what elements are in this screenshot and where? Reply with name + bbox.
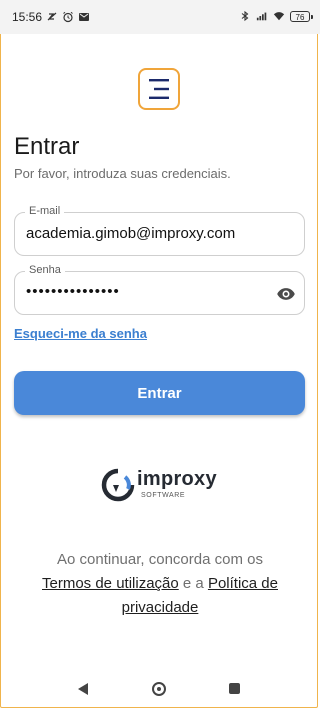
privacy-policy-link[interactable]: Política de [208,575,278,592]
forgot-password-link[interactable]: Esqueci-me da senha [14,326,147,341]
app-logo [138,68,180,110]
alarm-icon [63,11,73,23]
status-left: 15:56 [12,10,90,24]
brand-logo: improxy SOFTWARE [101,466,221,504]
back-icon[interactable] [78,683,88,695]
wifi-icon [273,12,285,21]
signal-icon [256,12,267,21]
email-input[interactable]: academia.gimob@improxy.com [26,225,276,242]
brand-name: improxy [137,468,217,490]
login-button[interactable]: Entrar [14,371,305,415]
menu-mark-icon [149,79,169,99]
system-nav-bar [0,668,320,708]
terms-notice: Ao continuar, concorda com os Termos de … [18,548,302,620]
status-time: 15:56 [12,10,43,24]
brand-tagline: SOFTWARE [141,492,186,499]
privacy-policy-link-continued[interactable]: privacidade [122,599,199,616]
improxy-logo-icon [101,468,135,502]
battery-icon: 76 [290,10,313,22]
page-title: Entrar [14,133,80,160]
eye-icon[interactable] [276,284,296,304]
email-field[interactable]: E-mail academia.gimob@improxy.com [14,205,305,256]
bluetooth-icon [241,10,249,22]
password-input[interactable]: ••••••••••••••• [26,283,276,300]
password-field[interactable]: Senha ••••••••••••••• [14,264,305,315]
message-icon [79,13,90,21]
terms-conjunction: e a [182,575,204,592]
status-bar: 15:56 76 [0,0,320,34]
terms-intro: Ao continuar, concorda com os [57,551,263,568]
terms-of-use-link[interactable]: Termos de utilização [42,575,179,592]
home-icon[interactable] [152,682,166,696]
page-subtitle: Por favor, introduza suas credenciais. [14,166,231,181]
status-right: 76 [239,10,313,22]
password-label: Senha [25,264,65,276]
recents-icon[interactable] [229,683,240,694]
email-label: E-mail [25,205,65,217]
do-not-disturb-icon [47,12,57,21]
